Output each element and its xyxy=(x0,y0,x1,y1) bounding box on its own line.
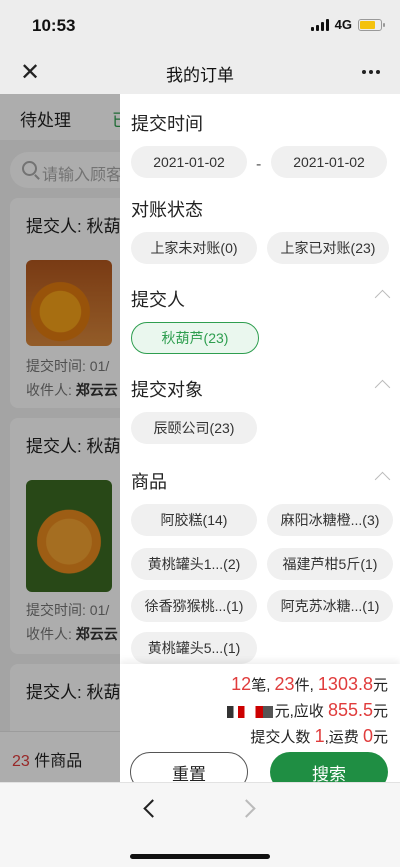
summary-submitters: 提交人数 1,运费 0元 xyxy=(250,726,388,746)
summary-panel: 12笔, 23件, 1303.8元 元,应收 855.5元 提交人数 1,运费 … xyxy=(120,664,400,782)
browser-toolbar xyxy=(0,782,400,867)
target-option[interactable]: 辰颐公司(23) xyxy=(131,412,257,444)
more-icon[interactable] xyxy=(356,58,386,86)
home-indicator xyxy=(130,854,270,859)
chevron-up-icon[interactable] xyxy=(374,471,391,488)
product-option[interactable]: 阿克苏冰糖...(1) xyxy=(267,590,393,622)
reset-button[interactable]: 重置 xyxy=(130,752,248,782)
chevron-up-icon[interactable] xyxy=(374,379,391,396)
product-option[interactable]: 徐香猕猴桃...(1) xyxy=(131,590,257,622)
target-title: 提交对象 xyxy=(131,380,203,400)
filter-drawer: 提交时间 2021-01-02 - 2021-01-02 对账状态 上家未对账(… xyxy=(120,94,400,782)
product-option[interactable]: 阿胶糕(14) xyxy=(131,504,257,536)
start-date-picker[interactable]: 2021-01-02 xyxy=(131,146,247,178)
reconcile-title: 对账状态 xyxy=(131,200,203,220)
forward-arrow-icon[interactable] xyxy=(238,797,262,821)
reconcile-option[interactable]: 上家已对账(23) xyxy=(267,232,389,264)
summary-receivable: 元,应收 855.5元 xyxy=(226,700,388,721)
reconcile-option[interactable]: 上家未对账(0) xyxy=(131,232,257,264)
chevron-up-icon[interactable] xyxy=(374,289,391,306)
date-separator: - xyxy=(256,156,262,173)
redacted-value xyxy=(226,706,273,719)
battery-icon xyxy=(358,18,385,31)
submitter-title: 提交人 xyxy=(131,290,185,310)
status-time: 10:53 xyxy=(32,16,76,35)
network-type: 4G xyxy=(334,17,352,32)
products-title: 商品 xyxy=(131,472,167,492)
product-option[interactable]: 黄桃罐头5...(1) xyxy=(131,632,257,664)
page-title: 我的订单 xyxy=(166,66,234,85)
status-bar: 10:53 4G xyxy=(0,0,400,50)
product-option[interactable]: 福建芦柑5斤(1) xyxy=(267,548,393,580)
summary-totals: 12笔, 23件, 1303.8元 xyxy=(231,674,388,694)
back-arrow-icon[interactable] xyxy=(138,797,162,821)
signal-icon xyxy=(310,18,329,31)
nav-bar: ✕ 我的订单 xyxy=(0,50,400,94)
submit-time-title: 提交时间 xyxy=(131,114,203,134)
search-button[interactable]: 搜索 xyxy=(270,752,388,782)
submitter-option[interactable]: 秋葫芦(23) xyxy=(131,322,259,354)
product-option[interactable]: 黄桃罐头1...(2) xyxy=(131,548,257,580)
end-date-picker[interactable]: 2021-01-02 xyxy=(271,146,387,178)
product-option[interactable]: 麻阳冰糖橙...(3) xyxy=(267,504,393,536)
